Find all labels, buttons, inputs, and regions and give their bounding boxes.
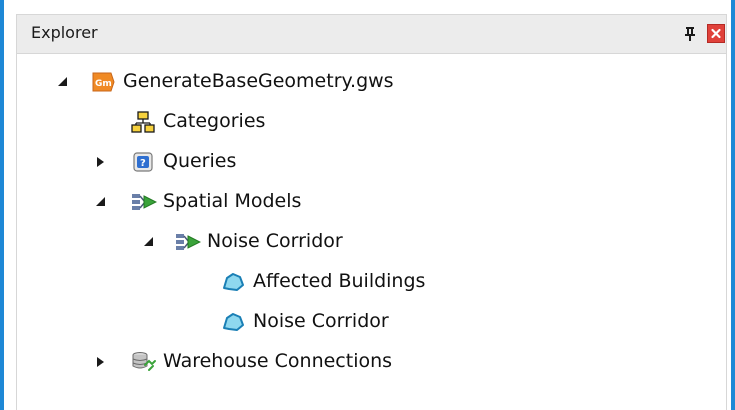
tree-node-label: Spatial Models — [163, 190, 302, 212]
expanded-arrow-icon — [144, 237, 153, 246]
queries-icon: ? — [131, 151, 155, 173]
tree-node-spatial-models[interactable]: Spatial Models — [17, 186, 517, 218]
tree-node-warehouse-connections[interactable]: Warehouse Connections — [17, 346, 517, 378]
expand-toggle[interactable] — [93, 146, 109, 178]
tree-node-affected-buildings[interactable]: Affected Buildings — [17, 266, 517, 298]
tree-node-queries[interactable]: ? Queries — [17, 146, 517, 178]
collapse-toggle[interactable] — [93, 186, 109, 218]
tree-node-label: Noise Corridor — [253, 310, 389, 332]
explorer-window-frame: Explorer Gm GenerateBaseGeometry.gws Cat… — [0, 0, 735, 410]
close-icon — [711, 28, 721, 39]
spatial-model-icon — [175, 231, 202, 253]
pin-icon — [685, 27, 695, 41]
tree-node-label: Categories — [163, 110, 266, 132]
tree-node-categories[interactable]: Categories — [17, 106, 517, 138]
close-button[interactable] — [707, 24, 725, 43]
tree-node-noise-corridor-layer[interactable]: Noise Corridor — [17, 306, 517, 338]
collapse-toggle[interactable] — [55, 66, 71, 98]
tree-node-workspace[interactable]: Gm GenerateBaseGeometry.gws — [17, 66, 517, 98]
polygon-layer-icon — [221, 311, 245, 333]
tree-node-label: GenerateBaseGeometry.gws — [123, 70, 394, 92]
collapse-toggle[interactable] — [141, 226, 157, 258]
tree-node-label: Queries — [163, 150, 237, 172]
tree-node-label: Noise Corridor — [207, 230, 343, 252]
expand-toggle[interactable] — [93, 346, 109, 378]
gm-workspace-icon: Gm — [91, 71, 115, 93]
spatial-models-icon — [131, 191, 158, 213]
collapsed-arrow-icon — [97, 357, 104, 367]
collapsed-arrow-icon — [97, 157, 104, 167]
polygon-layer-icon — [221, 271, 245, 293]
tree-node-label: Warehouse Connections — [163, 350, 393, 372]
expanded-arrow-icon — [58, 77, 67, 86]
svg-text:?: ? — [140, 158, 146, 169]
tree-node-label: Affected Buildings — [253, 270, 426, 292]
expanded-arrow-icon — [96, 197, 105, 206]
panel-title: Explorer — [31, 23, 98, 42]
warehouse-connections-icon — [131, 351, 156, 373]
svg-text:Gm: Gm — [95, 79, 112, 89]
tree-node-noise-corridor-model[interactable]: Noise Corridor — [17, 226, 517, 258]
explorer-tree: Gm GenerateBaseGeometry.gws Categories ?… — [16, 54, 727, 410]
categories-icon — [131, 111, 155, 133]
pin-button[interactable] — [681, 24, 701, 44]
panel-header: Explorer — [16, 14, 727, 54]
